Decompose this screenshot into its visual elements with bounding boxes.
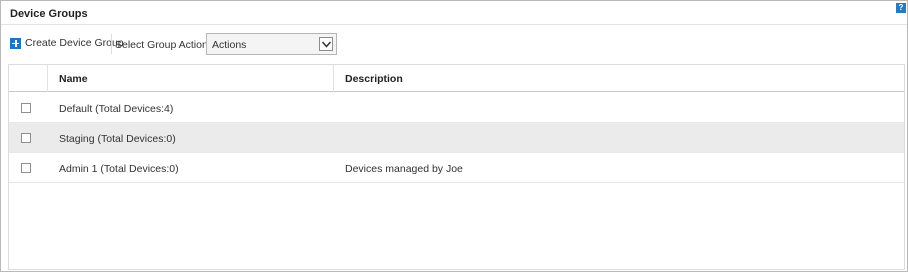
toolbar: Create Device Group Select Group Actions… [1,26,907,62]
create-device-group-button[interactable]: Create Device Group [10,36,124,50]
row-checkbox[interactable] [21,103,31,113]
group-name-cell: Admin 1 (Total Devices:0) [59,163,179,175]
device-groups-table: Name Description Default (Total Devices:… [8,64,905,270]
device-groups-panel: Device Groups ? Create Device Group Sele… [0,0,908,272]
column-divider [333,65,334,92]
group-name-cell: Staging (Total Devices:0) [59,133,176,145]
table-row[interactable]: Staging (Total Devices:0) [9,123,904,153]
help-icon[interactable]: ? [896,3,906,13]
column-header-description[interactable]: Description [345,73,403,85]
table-row[interactable]: Default (Total Devices:4) [9,93,904,123]
select-group-actions-label: Select Group Actions [115,39,214,51]
panel-header: Device Groups ? [1,1,907,25]
row-checkbox[interactable] [21,163,31,173]
table-header: Name Description [9,65,904,92]
panel-title: Device Groups [10,8,88,20]
row-checkbox[interactable] [21,133,31,143]
table-row[interactable]: Admin 1 (Total Devices:0) Devices manage… [9,153,904,183]
column-header-name[interactable]: Name [59,73,88,85]
chevron-down-glyph [321,41,332,48]
chevron-down-icon[interactable] [319,37,333,51]
create-device-group-label: Create Device Group [25,37,124,49]
group-description-cell: Devices managed by Joe [345,163,463,175]
column-divider [47,65,48,92]
toolbar-divider [111,34,112,54]
actions-dropdown[interactable]: Actions [206,33,337,55]
group-name-cell: Default (Total Devices:4) [59,103,174,115]
actions-dropdown-value: Actions [212,39,247,51]
plus-icon [10,37,21,49]
